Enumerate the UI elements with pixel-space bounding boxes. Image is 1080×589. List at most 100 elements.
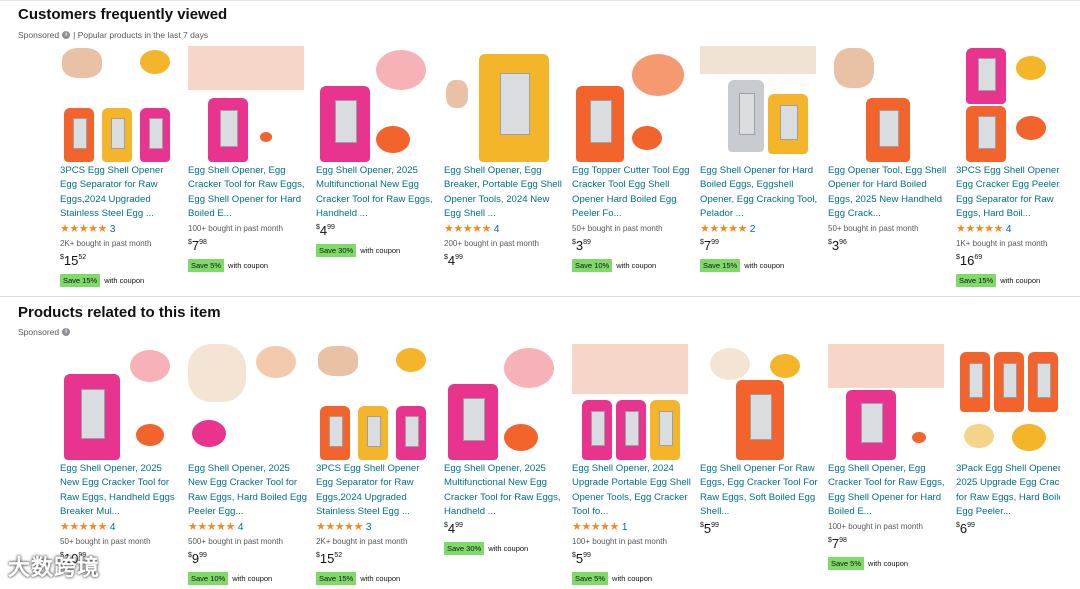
product-price: $699 bbox=[956, 521, 975, 536]
coupon-text: with coupon bbox=[232, 574, 273, 583]
product-title-link[interactable]: 3PCS Egg Shell Opener Egg Separator for … bbox=[316, 462, 436, 520]
price-cents: 98 bbox=[839, 537, 847, 544]
coupon-row[interactable]: Save 15% with coupon bbox=[60, 274, 144, 287]
product-image[interactable] bbox=[700, 46, 816, 164]
product-price: $499 bbox=[316, 223, 335, 238]
sponsored-text: Sponsored bbox=[18, 327, 60, 337]
product-image[interactable] bbox=[700, 344, 816, 462]
product-rating[interactable]: ★★★★★ 4 bbox=[188, 520, 243, 533]
coupon-row[interactable]: Save 5% with coupon bbox=[828, 557, 908, 570]
product-title-link[interactable]: Egg Shell Opener for Hard Boiled Eggs, E… bbox=[700, 164, 820, 222]
carousel-related-products: Egg Shell Opener, 2025 New Egg Cracker T… bbox=[60, 344, 1060, 589]
price-cents: 99 bbox=[583, 552, 591, 559]
review-count: 4 bbox=[109, 522, 116, 533]
bought-count: 50+ bought in past month bbox=[572, 224, 663, 233]
price-cents: 99 bbox=[455, 522, 463, 529]
product-title-link[interactable]: Egg Shell Opener, 2025 New Egg Cracker T… bbox=[60, 462, 180, 520]
coupon-text: with coupon bbox=[612, 574, 653, 583]
review-count: 4 bbox=[493, 224, 500, 235]
bought-count: 2K+ bought in past month bbox=[316, 537, 408, 546]
star-rating-icon: ★★★★★ bbox=[316, 521, 363, 533]
product-price: $1552 bbox=[60, 253, 87, 268]
price-cents: 96 bbox=[839, 239, 847, 246]
product-image[interactable] bbox=[572, 344, 688, 462]
product-title-link[interactable]: Egg Shell Opener For Raw Eggs, Egg Crack… bbox=[700, 462, 820, 520]
product-title-link[interactable]: Egg Shell Opener, 2025 Multifunctional N… bbox=[444, 462, 564, 520]
coupon-row[interactable]: Save 5% with coupon bbox=[572, 572, 652, 585]
coupon-row[interactable]: Save 15% with coupon bbox=[956, 274, 1040, 287]
product-title-link[interactable]: Egg Shell Opener, 2025 New Egg Cracker T… bbox=[188, 462, 308, 520]
star-rating-icon: ★★★★★ bbox=[60, 521, 107, 533]
info-icon[interactable]: i bbox=[62, 328, 71, 336]
bought-count: 200+ bought in past month bbox=[444, 239, 539, 248]
product-price: $599 bbox=[572, 551, 591, 566]
price-dollars: 15 bbox=[319, 551, 335, 566]
review-count: 1 bbox=[621, 522, 628, 533]
coupon-badge[interactable]: Save 15% bbox=[316, 572, 357, 585]
product-image[interactable] bbox=[956, 46, 1060, 164]
price-cents: 69 bbox=[974, 254, 983, 261]
product-image[interactable] bbox=[444, 46, 560, 164]
product-rating[interactable]: ★★★★★ 4 bbox=[60, 520, 115, 533]
product-title-link[interactable]: 3PCS Egg Shell Opener, Egg Cracker Egg P… bbox=[956, 164, 1060, 222]
coupon-row[interactable]: Save 10% with coupon bbox=[188, 572, 272, 585]
product-title-link[interactable]: Egg Shell Opener, Egg Cracker Tool for R… bbox=[188, 164, 308, 222]
coupon-badge[interactable]: Save 15% bbox=[956, 274, 997, 287]
coupon-row[interactable]: Save 15% with coupon bbox=[316, 572, 400, 585]
coupon-text: with coupon bbox=[360, 246, 401, 255]
product-rating[interactable]: ★★★★★ 4 bbox=[444, 222, 499, 235]
product-image[interactable] bbox=[60, 46, 176, 164]
coupon-badge[interactable]: Save 5% bbox=[828, 557, 865, 570]
product-title-link[interactable]: Egg Shell Opener, 2024 Upgrade Portable … bbox=[572, 462, 692, 520]
product-image[interactable] bbox=[60, 344, 176, 462]
product-title-link[interactable]: 3PCS Egg Shell Opener Egg Separator for … bbox=[60, 164, 180, 222]
price-cents: 99 bbox=[967, 522, 975, 529]
product-rating[interactable]: ★★★★★ 4 bbox=[956, 222, 1011, 235]
product-image[interactable] bbox=[188, 46, 304, 164]
coupon-row[interactable]: Save 5% with coupon bbox=[188, 259, 268, 272]
product-title-link[interactable]: Egg Topper Cutter Tool Egg Cracker Tool … bbox=[572, 164, 692, 222]
product-image[interactable] bbox=[572, 46, 688, 164]
product-image[interactable] bbox=[956, 344, 1060, 462]
product-price: $389 bbox=[572, 238, 591, 253]
price-cents: 52 bbox=[334, 552, 343, 559]
product-image[interactable] bbox=[188, 344, 304, 462]
product-image[interactable] bbox=[316, 344, 432, 462]
product-rating[interactable]: ★★★★★ 3 bbox=[316, 520, 371, 533]
price-cents: 99 bbox=[327, 224, 335, 231]
product-image[interactable] bbox=[316, 46, 432, 164]
product-image[interactable] bbox=[444, 344, 560, 462]
coupon-row[interactable]: Save 30% with coupon bbox=[444, 542, 528, 555]
coupon-badge[interactable]: Save 10% bbox=[188, 572, 229, 585]
coupon-badge[interactable]: Save 30% bbox=[316, 244, 357, 257]
coupon-text: with coupon bbox=[1000, 276, 1041, 285]
review-count: 2 bbox=[749, 224, 756, 235]
coupon-row[interactable]: Save 15% with coupon bbox=[700, 259, 784, 272]
product-title-link[interactable]: Egg Opener Tool, Egg Shell Opener for Ha… bbox=[828, 164, 948, 222]
product-price: $1552 bbox=[316, 551, 343, 566]
product-image[interactable] bbox=[828, 46, 944, 164]
coupon-badge[interactable]: Save 15% bbox=[700, 259, 741, 272]
coupon-row[interactable]: Save 10% with coupon bbox=[572, 259, 656, 272]
product-title-link[interactable]: 3Pack Egg Shell Opener 2025 Upgrade Egg … bbox=[956, 462, 1060, 520]
coupon-badge[interactable]: Save 15% bbox=[60, 274, 101, 287]
info-icon[interactable]: i bbox=[62, 31, 71, 39]
product-rating[interactable]: ★★★★★ 3 bbox=[60, 222, 115, 235]
product-rating[interactable]: ★★★★★ 2 bbox=[700, 222, 755, 235]
coupon-badge[interactable]: Save 5% bbox=[572, 572, 609, 585]
product-image[interactable] bbox=[828, 344, 944, 462]
coupon-text: with coupon bbox=[744, 261, 785, 270]
coupon-row[interactable]: Save 30% with coupon bbox=[316, 244, 400, 257]
product-title-link[interactable]: Egg Shell Opener, Egg Cracker Tool for R… bbox=[828, 462, 948, 520]
product-title-link[interactable]: Egg Shell Opener, 2025 Multifunctional N… bbox=[316, 164, 436, 222]
coupon-badge[interactable]: Save 5% bbox=[188, 259, 225, 272]
price-cents: 98 bbox=[199, 239, 207, 246]
product-rating[interactable]: ★★★★★ 1 bbox=[572, 520, 627, 533]
bought-count: 100+ bought in past month bbox=[828, 522, 923, 531]
price-cents: 52 bbox=[78, 254, 87, 261]
product-title-link[interactable]: Egg Shell Opener, Egg Breaker, Portable … bbox=[444, 164, 564, 222]
coupon-badge[interactable]: Save 10% bbox=[572, 259, 613, 272]
star-rating-icon: ★★★★★ bbox=[956, 223, 1003, 235]
coupon-badge[interactable]: Save 30% bbox=[444, 542, 485, 555]
coupon-text: with coupon bbox=[868, 559, 909, 568]
